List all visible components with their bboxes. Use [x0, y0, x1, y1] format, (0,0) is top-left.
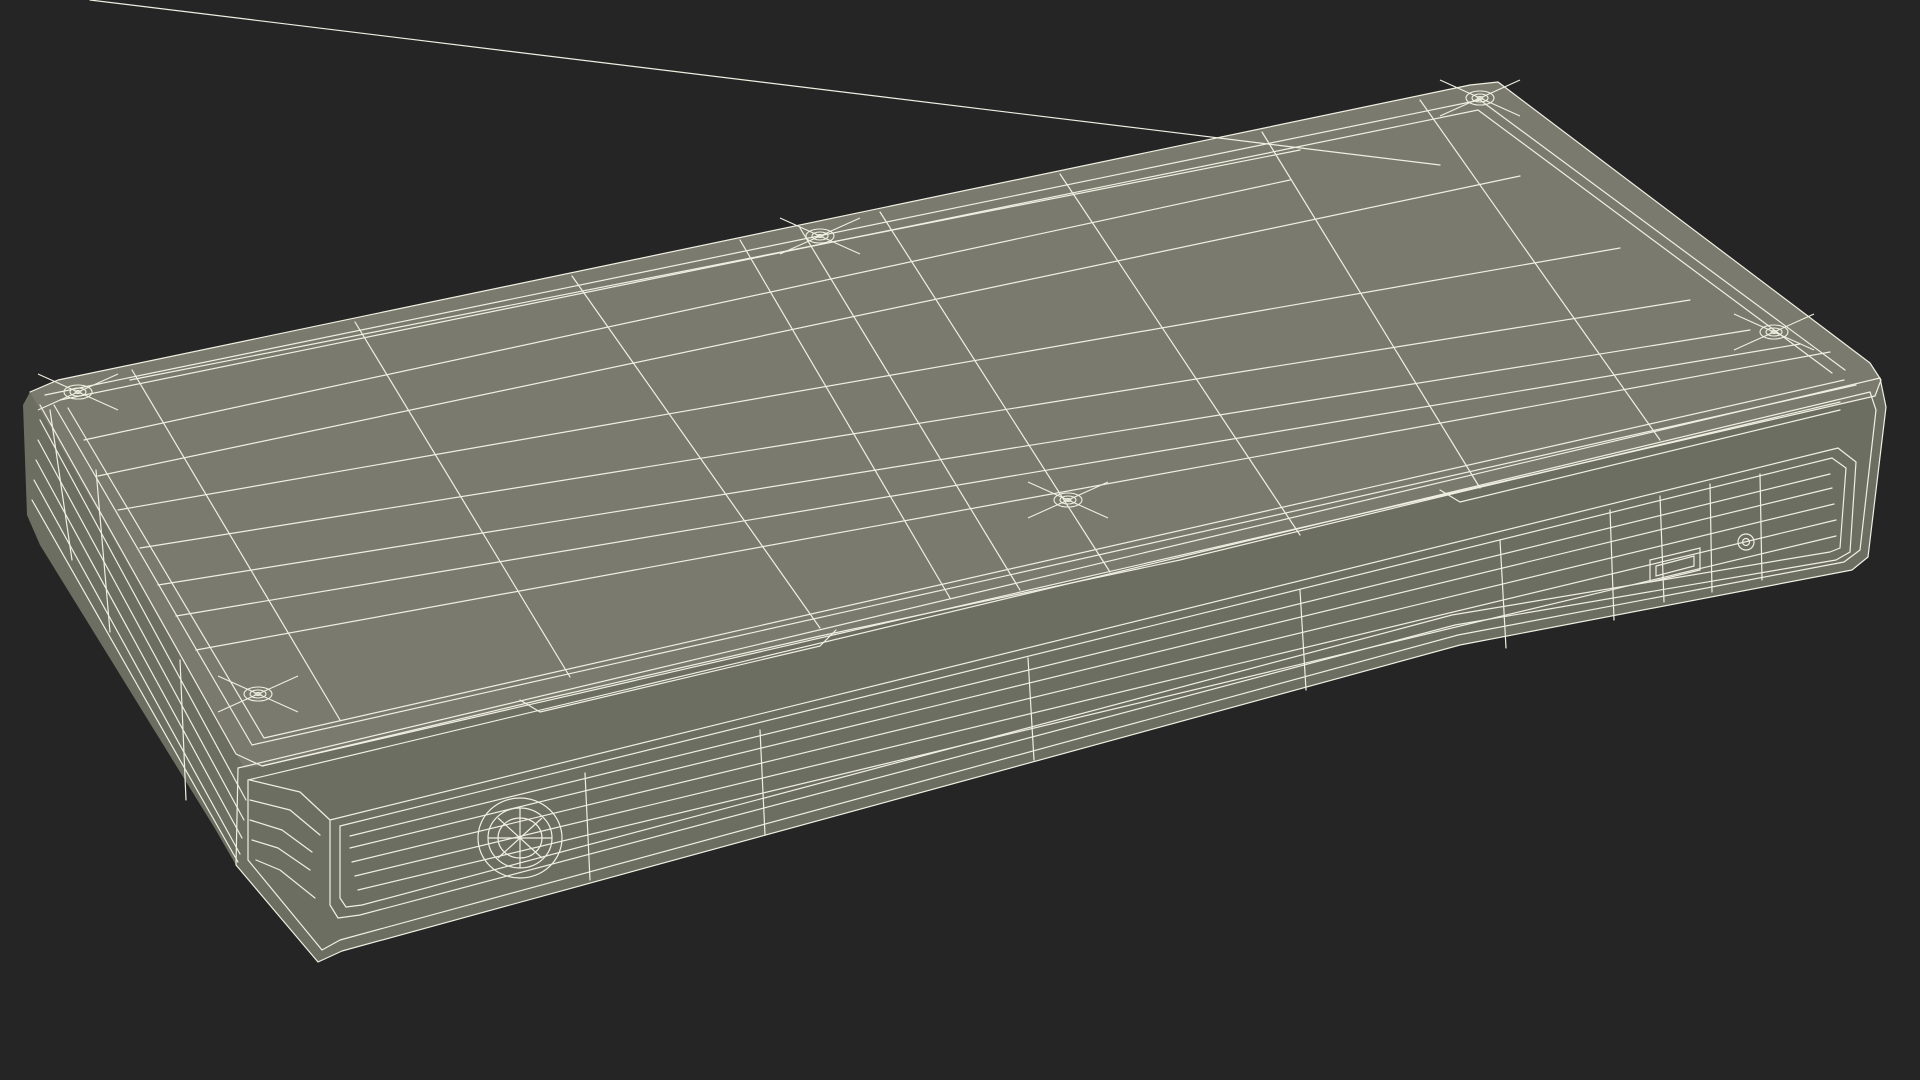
front-button-icon — [477, 797, 563, 879]
wireframe-render — [23, 0, 1887, 963]
wireframe-viewport — [0, 0, 1920, 1080]
